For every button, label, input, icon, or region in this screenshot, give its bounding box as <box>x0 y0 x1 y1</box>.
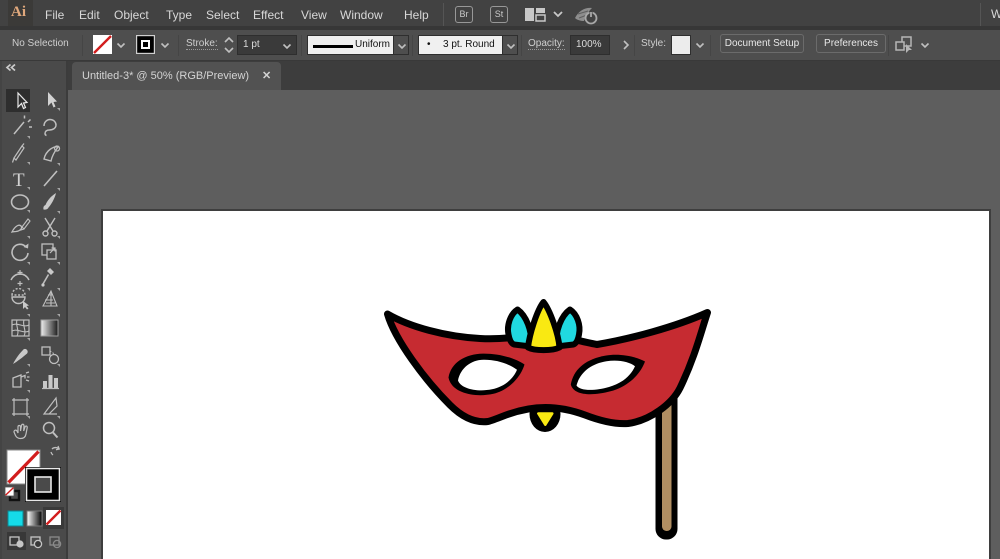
svg-text:T: T <box>13 170 25 191</box>
